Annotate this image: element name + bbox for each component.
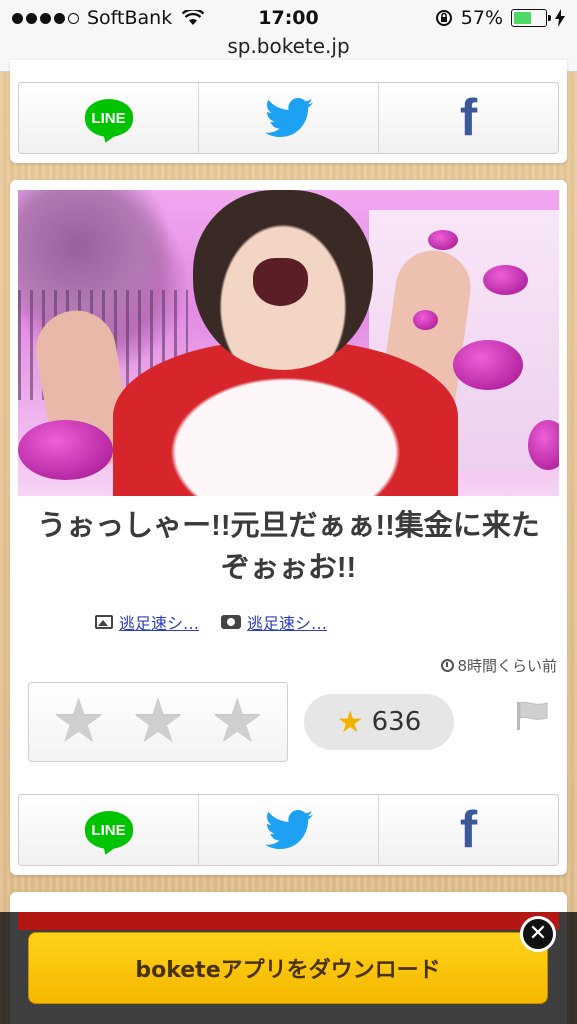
image-icon: [95, 615, 113, 629]
twitter-share-button[interactable]: [199, 83, 379, 153]
rate-star-3[interactable]: ★: [210, 692, 264, 752]
download-app-button[interactable]: boketeアプリをダウンロード: [28, 932, 548, 1004]
report-flag-icon[interactable]: [515, 700, 549, 732]
facebook-share-button[interactable]: f: [379, 83, 558, 153]
battery-percent: 57%: [460, 7, 503, 29]
line-share-button[interactable]: LINE: [19, 795, 199, 865]
rate-star-2[interactable]: ★: [131, 692, 185, 752]
previous-post-card: LINE f: [10, 60, 567, 163]
facebook-icon: f: [459, 89, 478, 147]
url-bar[interactable]: sp.bokete.jp: [0, 34, 577, 58]
photo-credit-link[interactable]: 逃足速シ…: [247, 610, 327, 634]
timestamp-text: 8時間くらい前: [457, 657, 557, 675]
clock-icon: [441, 659, 455, 672]
rotation-lock-icon: [435, 10, 452, 26]
image-credit-link[interactable]: 逃足速シ…: [119, 610, 199, 634]
post-card: うぉっしゃー!!元旦だぁぁ!!集金に来たぞぉぉお!! 逃足速シ… 逃足速シ… 8…: [10, 180, 567, 875]
image-credit: 逃足速シ…: [95, 610, 199, 634]
twitter-share-button[interactable]: [199, 795, 379, 865]
post-credits: 逃足速シ… 逃足速シ…: [95, 610, 327, 634]
photo-credit: 逃足速シ…: [221, 610, 327, 634]
line-icon: LINE: [84, 99, 133, 137]
wifi-icon: [182, 10, 205, 25]
camera-icon: [221, 615, 242, 629]
status-right-group: 57%: [435, 7, 565, 29]
rate-star-1[interactable]: ★: [52, 692, 106, 752]
facebook-share-button[interactable]: f: [379, 795, 558, 865]
line-share-button[interactable]: LINE: [19, 83, 199, 153]
post-photo[interactable]: [18, 190, 559, 496]
line-icon: LINE: [84, 811, 133, 849]
twitter-bird-icon: [264, 810, 313, 849]
post-timestamp: 8時間くらい前: [441, 655, 557, 676]
score-count: 636: [371, 707, 422, 737]
share-bar: LINE f: [18, 794, 559, 866]
ios-status-row: SoftBank 17:00 57%: [0, 0, 577, 36]
score-badge: ★ 636: [304, 694, 454, 750]
star-icon: ★: [336, 704, 364, 740]
share-bar: LINE f: [18, 82, 559, 154]
battery-icon: [511, 9, 551, 27]
post-caption: うぉっしゃー!!元旦だぁぁ!!集金に来たぞぉぉお!!: [37, 510, 540, 584]
app-download-banner: boketeアプリをダウンロード ✕: [0, 912, 577, 1024]
rating-box: ★ ★ ★: [28, 682, 288, 762]
signal-strength-icon: [12, 12, 79, 24]
twitter-bird-icon: [264, 98, 313, 137]
carrier-name: SoftBank: [87, 7, 173, 29]
close-banner-icon[interactable]: ✕: [520, 916, 556, 952]
facebook-icon: f: [459, 801, 478, 859]
next-post-photo-peek: [18, 912, 559, 930]
charging-bolt-icon: [555, 9, 565, 27]
